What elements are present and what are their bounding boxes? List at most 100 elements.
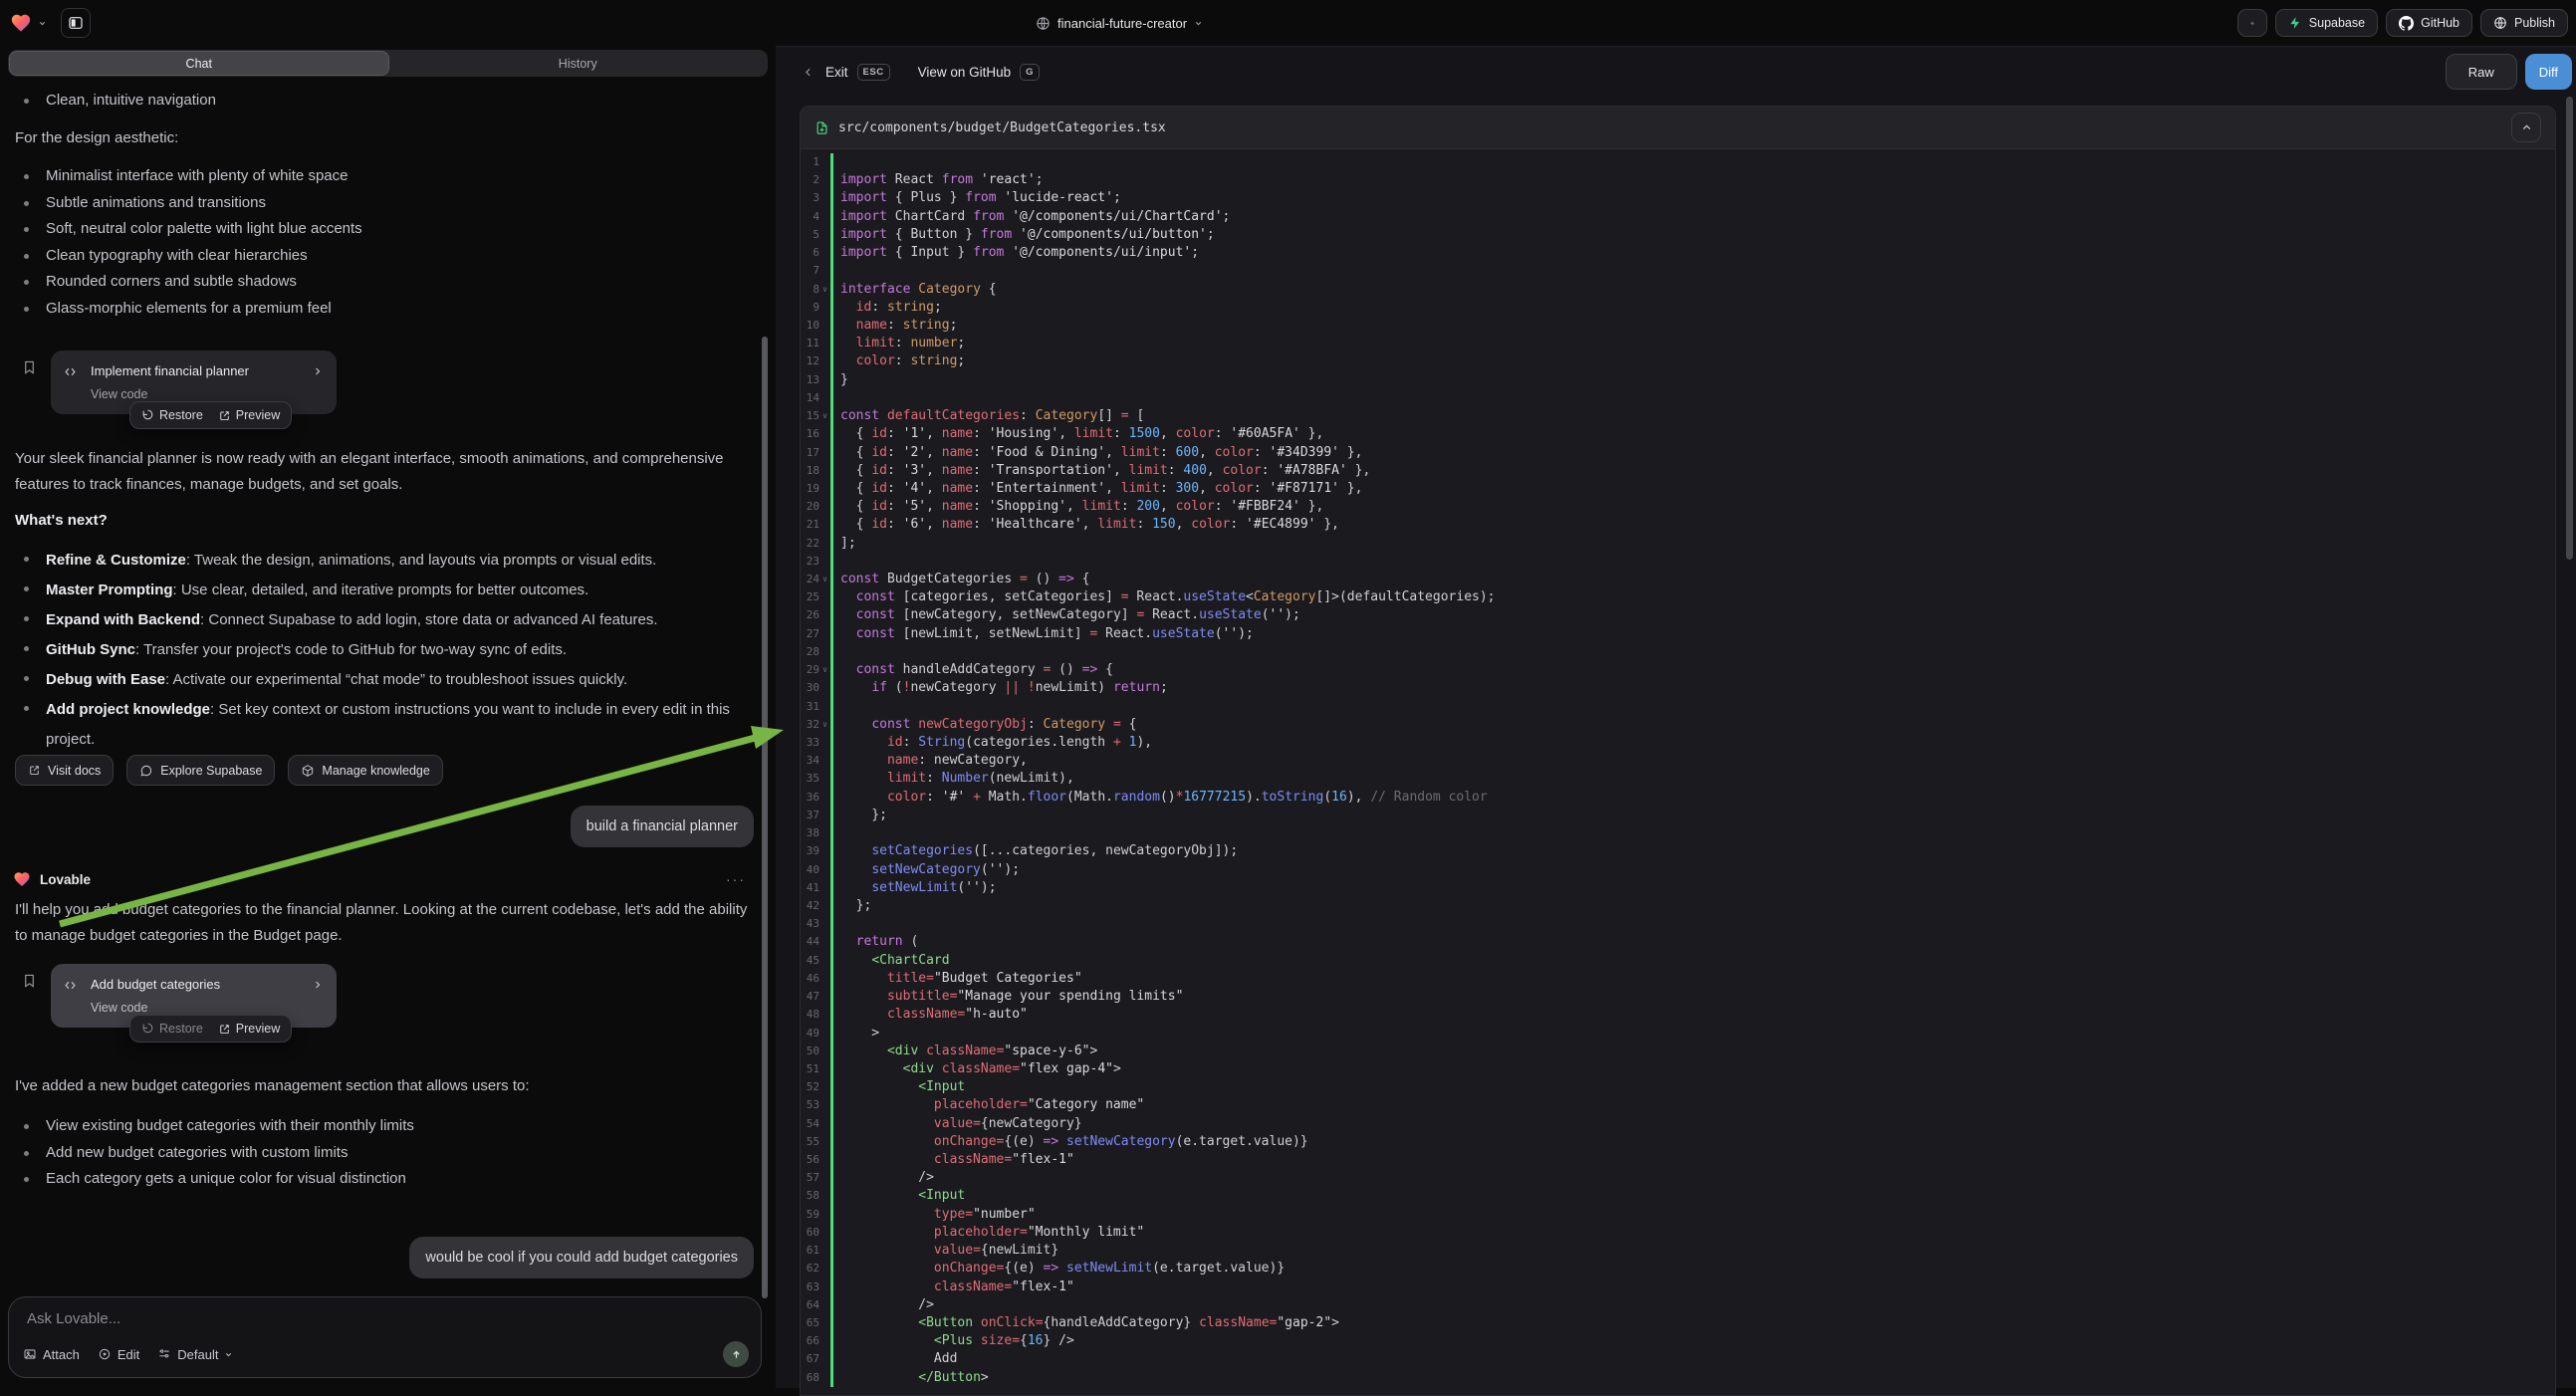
fold-chevron-icon[interactable] [820, 679, 830, 697]
fold-chevron-icon[interactable] [820, 1060, 830, 1078]
manage-knowledge-button[interactable]: Manage knowledge [288, 755, 442, 786]
view-on-github-button[interactable]: View on GitHub G [918, 64, 1040, 81]
code-scrollbar[interactable] [2566, 97, 2573, 560]
attach-button[interactable]: Attach [23, 1347, 80, 1362]
fold-chevron-icon[interactable] [820, 480, 830, 498]
view-code-link[interactable]: View code [91, 387, 147, 401]
fold-chevron-icon[interactable] [820, 1224, 830, 1242]
edit-button[interactable]: Edit [98, 1347, 139, 1362]
view-code-link[interactable]: View code [91, 1001, 147, 1015]
chat-scrollbar[interactable] [762, 337, 768, 1298]
fold-chevron-icon[interactable]: ∨ [820, 716, 830, 734]
fold-chevron-icon[interactable] [820, 1332, 830, 1350]
more-options-icon[interactable]: ··· [726, 871, 746, 887]
collapse-file-button[interactable] [2511, 113, 2541, 142]
fold-chevron-icon[interactable] [820, 444, 830, 462]
fold-chevron-icon[interactable] [820, 1133, 830, 1151]
fold-chevron-icon[interactable] [820, 1296, 830, 1314]
fold-chevron-icon[interactable] [820, 1279, 830, 1296]
fold-chevron-icon[interactable]: ∨ [820, 661, 830, 679]
fold-chevron-icon[interactable] [820, 897, 830, 915]
fold-chevron-icon[interactable] [820, 1025, 830, 1043]
fold-chevron-icon[interactable] [820, 371, 830, 389]
preview-button[interactable]: Preview [218, 1022, 280, 1036]
fold-chevron-icon[interactable] [820, 807, 830, 824]
fold-chevron-icon[interactable] [820, 879, 830, 897]
fold-chevron-icon[interactable] [820, 1151, 830, 1169]
fold-chevron-icon[interactable] [820, 516, 830, 534]
fold-chevron-icon[interactable] [820, 462, 830, 480]
fold-chevron-icon[interactable] [820, 425, 830, 443]
visit-docs-button[interactable]: Visit docs [15, 755, 114, 786]
fold-chevron-icon[interactable] [820, 861, 830, 879]
fold-chevron-icon[interactable] [820, 842, 830, 860]
fold-chevron-icon[interactable] [820, 824, 830, 842]
fold-chevron-icon[interactable] [820, 588, 830, 606]
bookmark-icon[interactable] [22, 972, 37, 990]
fold-chevron-icon[interactable]: ∨ [820, 571, 830, 588]
explore-supabase-button[interactable]: Explore Supabase [126, 755, 275, 786]
fold-chevron-icon[interactable] [820, 1350, 830, 1368]
project-switcher[interactable]: financial-future-creator [1036, 0, 1203, 46]
fold-chevron-icon[interactable] [820, 1096, 830, 1114]
diff-toggle-button[interactable]: Diff [2525, 54, 2572, 90]
github-button[interactable]: GitHub [2386, 9, 2472, 37]
restore-button[interactable]: Restore [141, 408, 203, 422]
fold-chevron-icon[interactable] [820, 970, 830, 988]
send-button[interactable] [723, 1341, 749, 1367]
fold-chevron-icon[interactable] [820, 1242, 830, 1260]
fold-chevron-icon[interactable] [820, 153, 830, 171]
raw-toggle-button[interactable]: Raw [2446, 54, 2517, 90]
fold-chevron-icon[interactable] [820, 317, 830, 335]
fold-chevron-icon[interactable] [820, 1260, 830, 1278]
fold-chevron-icon[interactable] [820, 226, 830, 244]
fold-chevron-icon[interactable] [820, 352, 830, 370]
fold-chevron-icon[interactable] [820, 1187, 830, 1205]
fold-chevron-icon[interactable] [820, 1314, 830, 1332]
fold-chevron-icon[interactable] [820, 752, 830, 770]
fold-chevron-icon[interactable] [820, 952, 830, 970]
file-header[interactable]: src/components/budget/BudgetCategories.t… [801, 107, 2555, 149]
fold-chevron-icon[interactable] [820, 915, 830, 933]
fold-chevron-icon[interactable] [820, 171, 830, 189]
lovable-logo-heart-icon[interactable] [10, 12, 32, 34]
fold-chevron-icon[interactable] [820, 1169, 830, 1187]
workspace-chevron-down-icon[interactable] [38, 19, 47, 28]
fold-chevron-icon[interactable] [820, 933, 830, 951]
fold-chevron-icon[interactable] [820, 1115, 830, 1133]
publish-button[interactable]: Publish [2480, 9, 2568, 37]
fold-chevron-icon[interactable] [820, 1206, 830, 1224]
sidebar-toggle-button[interactable] [61, 8, 91, 38]
fold-chevron-icon[interactable] [820, 606, 830, 624]
fold-chevron-icon[interactable] [820, 535, 830, 553]
fold-chevron-icon[interactable] [820, 208, 830, 226]
fold-chevron-icon[interactable] [820, 625, 830, 643]
fold-chevron-icon[interactable] [820, 1006, 830, 1024]
exit-button[interactable]: Exit ESC [802, 64, 890, 81]
fold-chevron-icon[interactable]: ∨ [820, 281, 830, 299]
fold-chevron-icon[interactable] [820, 770, 830, 788]
fold-chevron-icon[interactable] [820, 389, 830, 407]
fold-chevron-icon[interactable] [820, 988, 830, 1006]
fold-chevron-icon[interactable] [820, 789, 830, 807]
tab-history[interactable]: History [389, 51, 768, 76]
restore-button[interactable]: Restore [141, 1022, 203, 1036]
bookmark-icon[interactable] [22, 358, 37, 376]
fold-chevron-icon[interactable] [820, 262, 830, 280]
settings-button[interactable] [2237, 9, 2267, 37]
fold-chevron-icon[interactable] [820, 643, 830, 661]
fold-chevron-icon[interactable]: ∨ [820, 407, 830, 425]
fold-chevron-icon[interactable] [820, 244, 830, 262]
chat-input[interactable] [25, 1309, 745, 1328]
fold-chevron-icon[interactable] [820, 1078, 830, 1096]
fold-chevron-icon[interactable] [820, 335, 830, 352]
fold-chevron-icon[interactable] [820, 698, 830, 716]
mode-select[interactable]: Default [157, 1347, 233, 1362]
supabase-button[interactable]: Supabase [2275, 9, 2378, 37]
preview-button[interactable]: Preview [218, 408, 280, 422]
tab-chat[interactable]: Chat [9, 51, 389, 76]
fold-chevron-icon[interactable] [820, 1043, 830, 1060]
fold-chevron-icon[interactable] [820, 498, 830, 516]
fold-chevron-icon[interactable] [820, 734, 830, 752]
fold-chevron-icon[interactable] [820, 553, 830, 571]
